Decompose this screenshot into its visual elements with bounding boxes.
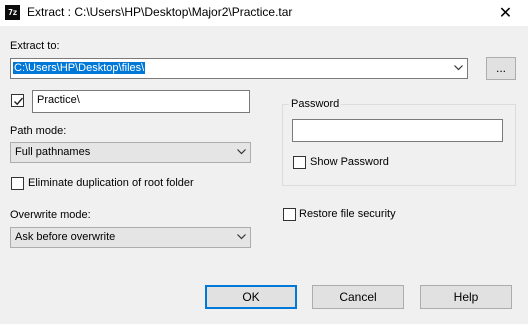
close-icon: ✕ [498, 3, 513, 22]
window-title: Extract : C:\Users\HP\Desktop\Major2\Pra… [27, 5, 293, 19]
browse-button[interactable]: ... [486, 57, 516, 80]
chevron-down-icon[interactable] [450, 59, 467, 78]
subfolder-value: Practice\ [37, 94, 80, 106]
overwrite-mode-value: Ask before overwrite [15, 231, 116, 243]
checkmark-icon [14, 97, 24, 106]
password-group: Password [282, 98, 516, 186]
password-group-label: Password [289, 98, 342, 110]
help-button-label: Help [453, 290, 479, 304]
chevron-down-icon [233, 228, 250, 247]
show-password-checkbox[interactable] [293, 156, 306, 169]
subfolder-input[interactable]: Practice\ [32, 90, 250, 113]
extract-to-value: C:\Users\HP\Desktop\files\ [13, 62, 146, 74]
show-password-label[interactable]: Show Password [310, 156, 389, 169]
help-button[interactable]: Help [420, 285, 512, 309]
restore-security-checkbox[interactable] [283, 208, 296, 221]
path-mode-label: Path mode: [10, 125, 67, 137]
password-input[interactable] [292, 119, 503, 142]
overwrite-mode-select[interactable]: Ask before overwrite [10, 227, 251, 248]
path-mode-value: Full pathnames [15, 146, 91, 158]
browse-button-label: ... [495, 61, 506, 75]
subfolder-checkbox[interactable] [11, 94, 24, 107]
ok-button-label: OK [242, 290, 260, 304]
title-bar: 7z Extract : C:\Users\HP\Desktop\Major2\… [0, 0, 528, 26]
eliminate-duplication-checkbox[interactable] [11, 177, 24, 190]
close-button[interactable]: ✕ [483, 0, 528, 26]
7zip-app-icon: 7z [5, 5, 20, 20]
restore-security-label[interactable]: Restore file security [299, 208, 396, 221]
cancel-button[interactable]: Cancel [312, 285, 404, 309]
path-mode-select[interactable]: Full pathnames [10, 142, 251, 163]
extract-dialog: Extract to: C:\Users\HP\Desktop\files\ .… [0, 26, 528, 324]
extract-to-label: Extract to: [10, 40, 60, 52]
cancel-button-label: Cancel [339, 290, 377, 304]
overwrite-mode-label: Overwrite mode: [10, 209, 91, 221]
ok-button[interactable]: OK [205, 285, 297, 309]
extract-to-combobox[interactable]: C:\Users\HP\Desktop\files\ [10, 58, 468, 79]
chevron-down-icon [233, 143, 250, 162]
eliminate-duplication-label[interactable]: Eliminate duplication of root folder [28, 177, 194, 190]
